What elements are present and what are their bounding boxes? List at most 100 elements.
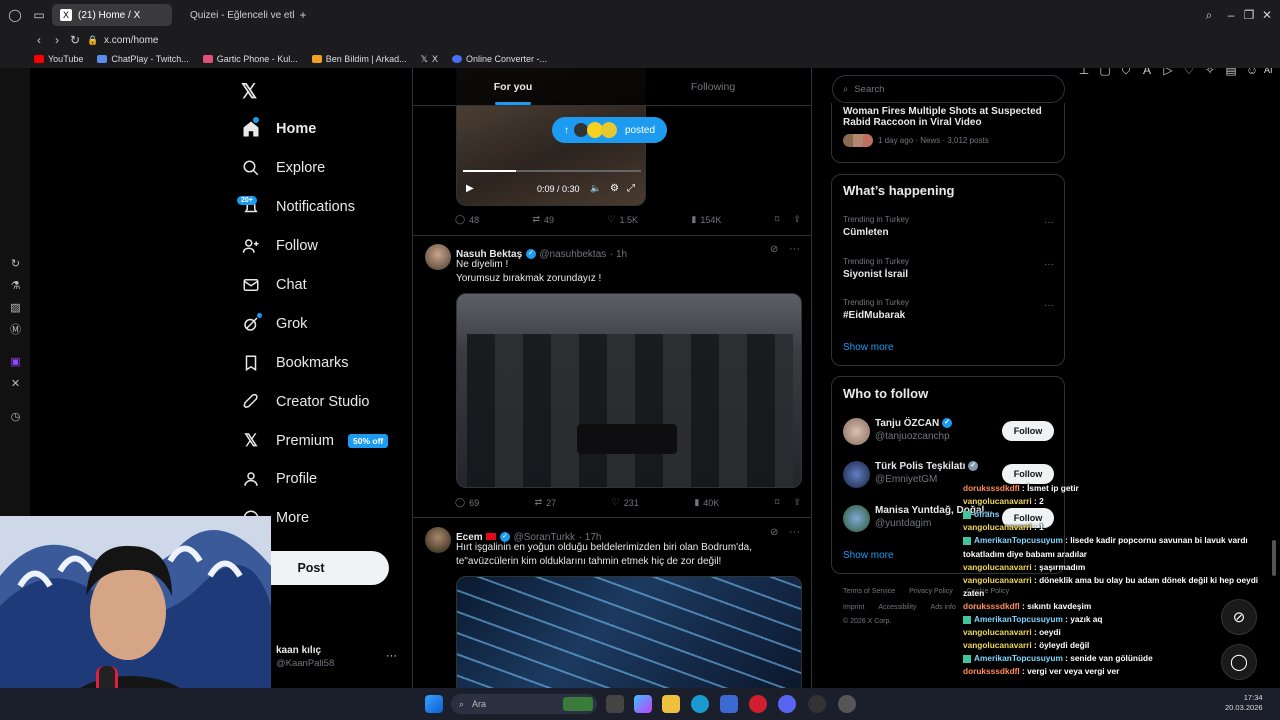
trend-item[interactable]: Trending in Turkey #EidMubarak xyxy=(843,298,1053,321)
tweet-video[interactable] xyxy=(456,576,802,688)
avatar[interactable] xyxy=(425,527,451,553)
trend-more-icon[interactable]: ··· xyxy=(1044,217,1054,228)
nav-profile[interactable]: Profile xyxy=(240,468,317,490)
tab-island-icon[interactable]: ▭ xyxy=(30,8,48,22)
footer-link[interactable]: Imprint xyxy=(843,604,864,611)
obs-icon[interactable] xyxy=(808,695,826,713)
new-posts-pill[interactable]: ↑ posted xyxy=(552,117,668,143)
discord-icon[interactable] xyxy=(778,695,796,713)
app-icon[interactable] xyxy=(838,695,856,713)
nav-home[interactable]: Home xyxy=(240,118,316,140)
fullscreen-icon[interactable]: ⤢ xyxy=(627,183,635,194)
bookmark-gartic[interactable]: Gartic Phone - Kul... xyxy=(202,54,298,64)
footer-link[interactable]: Accessibility xyxy=(878,604,916,611)
nav-chat[interactable]: Chat xyxy=(240,274,307,296)
edge-icon[interactable] xyxy=(691,695,709,713)
history-icon[interactable]: ↻ xyxy=(9,258,22,271)
share-icon[interactable]: ⇪ xyxy=(793,497,801,508)
nav-bookmarks[interactable]: Bookmarks xyxy=(240,352,349,374)
opera-icon[interactable] xyxy=(749,695,767,713)
volume-icon[interactable]: 🔈 xyxy=(590,183,601,194)
nav-explore[interactable]: Explore xyxy=(240,157,325,179)
bookmark-ben-bildim[interactable]: Ben Bildim | Arkad... xyxy=(311,54,407,64)
nav-premium[interactable]: 𝕏 Premium 50% off xyxy=(240,430,389,452)
like-button[interactable]: ♡ 1.5K xyxy=(607,214,638,225)
x-logo-icon[interactable]: 𝕏 xyxy=(241,79,257,104)
like-button[interactable]: ♡ 231 xyxy=(612,497,639,508)
nav-notifications[interactable]: Notifications xyxy=(240,196,355,218)
search-tabs-icon[interactable]: ⌕ xyxy=(1200,8,1218,23)
taskbar-search[interactable]: ⌕ Ara xyxy=(451,694,597,714)
nav-creator-studio[interactable]: Creator Studio xyxy=(240,391,370,413)
repost-button[interactable]: ⇄ 27 xyxy=(535,497,557,508)
follow-suggestion[interactable]: Tanju ÖZCAN ✓ @tanjuozcanchp xyxy=(875,418,953,442)
avatar[interactable] xyxy=(843,505,870,532)
tab-following[interactable]: Following xyxy=(613,68,811,105)
show-more-trends[interactable]: Show more xyxy=(843,342,894,353)
back-icon[interactable]: ‹ xyxy=(30,33,48,47)
trend-item[interactable]: Trending in Turkey Siyonist İsrail xyxy=(843,257,1053,280)
footer-link[interactable]: Terms of Service xyxy=(843,588,895,595)
footer-link[interactable]: Ads info xyxy=(931,604,956,611)
clock-icon[interactable]: ◷ xyxy=(9,411,22,424)
reply-button[interactable]: ◯ 48 xyxy=(455,214,479,225)
close-window-icon[interactable]: ✕ xyxy=(1258,8,1276,22)
account-switcher[interactable]: kaan kılıç @KaanPali58 xyxy=(276,645,334,669)
tweet-video[interactable] xyxy=(456,293,802,488)
maximize-icon[interactable]: ❐ xyxy=(1240,8,1258,22)
bookmark-icon[interactable]: ⌑ xyxy=(775,497,780,508)
url-field[interactable]: x.com/home xyxy=(104,35,158,46)
tab-x-home[interactable]: X (21) Home / X xyxy=(52,4,172,26)
forward-icon[interactable]: › xyxy=(48,33,66,47)
reply-button[interactable]: ◯ 69 xyxy=(455,497,479,508)
timestamp[interactable]: · 1h xyxy=(610,249,627,260)
reload-icon[interactable]: ↻ xyxy=(66,33,84,47)
views-button[interactable]: ▮ 154K xyxy=(691,214,721,225)
avatar[interactable] xyxy=(843,461,870,488)
x-sidebar-icon[interactable]: ✕ xyxy=(9,378,22,391)
share-icon[interactable]: ⇪ xyxy=(793,214,801,225)
minimize-icon[interactable]: – xyxy=(1222,8,1240,22)
store-icon[interactable] xyxy=(720,695,738,713)
bookmark-x[interactable]: 𝕏X xyxy=(421,54,438,65)
follow-button[interactable]: Follow xyxy=(1002,464,1054,484)
search-input[interactable]: ⌕ Search xyxy=(832,75,1065,103)
messenger-icon[interactable]: Ⓜ xyxy=(9,324,22,337)
follow-suggestion[interactable]: Türk Polis Teşkilatı ✓ @EmniyetGM xyxy=(875,461,979,485)
avatar[interactable] xyxy=(843,418,870,445)
bookmark-converter[interactable]: Online Converter -... xyxy=(451,54,547,64)
start-icon[interactable] xyxy=(425,695,443,713)
copilot-icon[interactable] xyxy=(634,695,652,713)
trend-item[interactable]: Trending in Turkey Cümleten xyxy=(843,215,1053,238)
tab-for-you[interactable]: For you xyxy=(413,68,613,105)
video-progress-track[interactable] xyxy=(463,170,641,172)
account-more-icon[interactable]: ··· xyxy=(386,650,397,662)
follow-button[interactable]: Follow xyxy=(1002,421,1054,441)
settings-icon[interactable]: ⚙ xyxy=(610,183,619,194)
more-icon[interactable]: ··· xyxy=(789,526,800,538)
repost-button[interactable]: ⇄ 49 xyxy=(532,214,554,225)
ai-tools-icon[interactable]: ⚗ xyxy=(9,280,22,293)
play-icon[interactable]: ▶ xyxy=(466,183,474,194)
footer-link[interactable]: Privacy Policy xyxy=(909,588,953,595)
bookmark-youtube[interactable]: YouTube xyxy=(34,54,83,64)
nav-grok[interactable]: Grok xyxy=(240,313,307,335)
twitch-icon[interactable]: ▣ xyxy=(9,356,22,369)
avatar[interactable] xyxy=(425,244,451,270)
views-button[interactable]: ▮ 40K xyxy=(694,497,719,508)
opera-logo-icon[interactable]: ◯ xyxy=(6,8,24,22)
trend-more-icon[interactable]: ··· xyxy=(1044,300,1054,311)
system-clock[interactable]: 17:34 20.03.2026 xyxy=(1225,693,1263,713)
file-explorer-icon[interactable] xyxy=(662,695,680,713)
chat-floating-button[interactable]: ◯ xyxy=(1221,644,1257,680)
notes-icon[interactable]: ▨ xyxy=(9,302,22,315)
more-icon[interactable]: ··· xyxy=(789,243,800,255)
bookmark-icon[interactable]: ⌑ xyxy=(775,214,780,225)
new-tab-icon[interactable]: + xyxy=(294,8,312,22)
page-scrollbar[interactable] xyxy=(1272,540,1276,576)
grok-floating-button[interactable]: ⊘ xyxy=(1221,599,1257,635)
grok-icon[interactable]: ⊘ xyxy=(770,527,778,538)
bookmark-chatplay[interactable]: ChatPlay - Twitch... xyxy=(97,54,189,64)
trend-more-icon[interactable]: ··· xyxy=(1044,259,1054,270)
grok-icon[interactable]: ⊘ xyxy=(770,244,778,255)
